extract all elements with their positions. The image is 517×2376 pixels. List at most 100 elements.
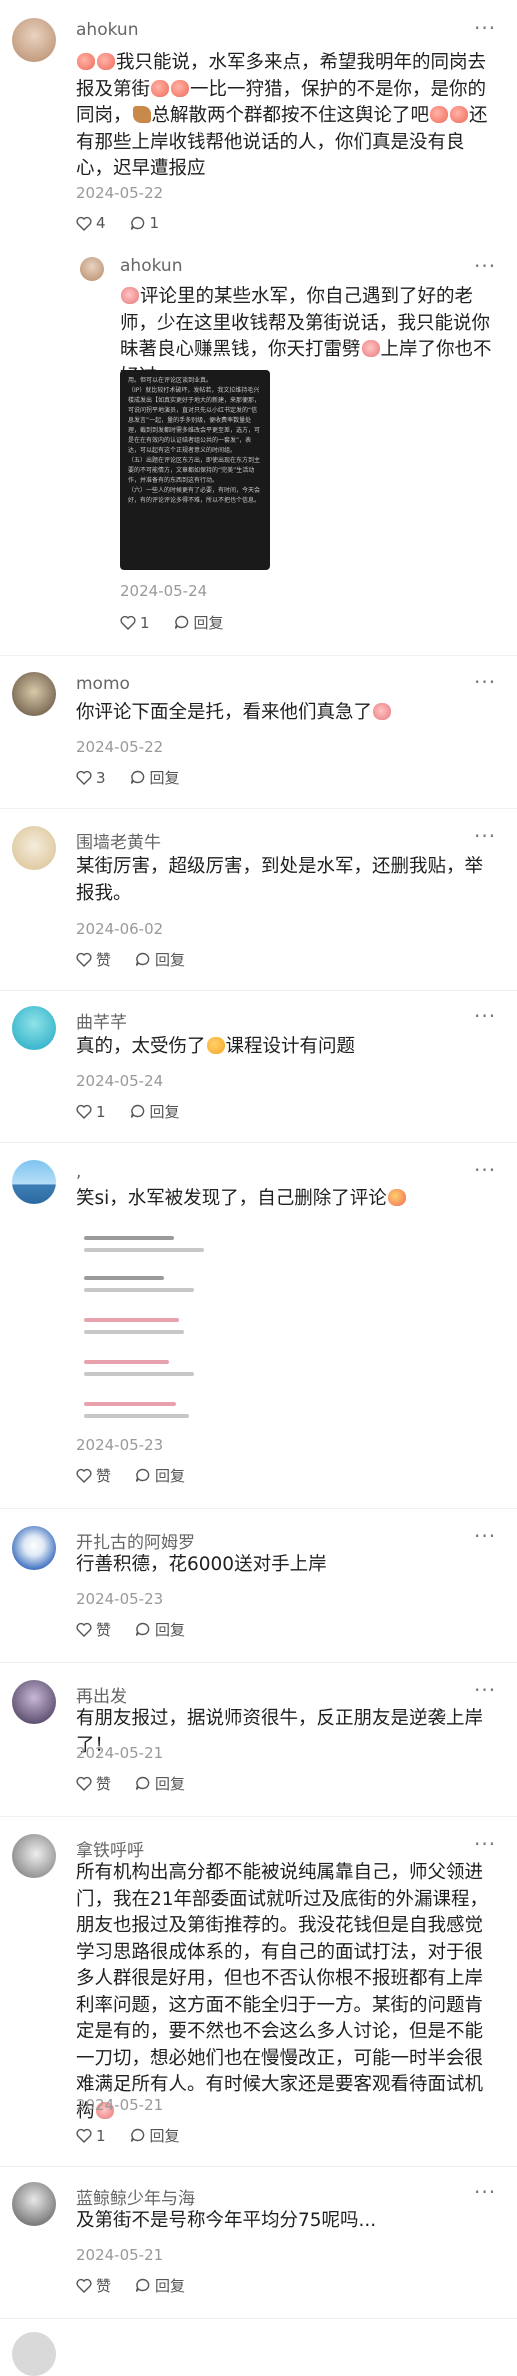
deer-emoji [132,106,151,123]
comment-image[interactable] [76,1226,226,1426]
pig-emoji [373,703,392,720]
comment-date: 2024-05-24 [76,1072,164,1090]
speech-bubble-icon [130,216,144,230]
avatar[interactable] [12,2332,56,2376]
commenter-name[interactable]: 蓝鲸鲸少年与海 [76,2184,195,2209]
speech-bubble-icon [135,1468,150,1482]
like-button[interactable]: 赞 [76,1773,111,1794]
more-options-icon[interactable]: ··· [474,1678,496,1702]
commenter-name[interactable]: momo [76,674,130,694]
like-button[interactable]: 1 [76,1103,106,1121]
divider [0,1816,517,1817]
divider [0,655,517,656]
speech-bubble-icon [130,770,144,784]
comment-actions: 赞 回复 [76,1773,209,1794]
blush-emoji [206,1037,225,1054]
comment-text: 真的，太受伤了 课程设计有问题 [76,1036,356,1057]
avatar[interactable] [12,1680,56,1724]
more-options-icon[interactable]: ··· [474,1832,496,1856]
more-options-icon[interactable]: ··· [474,1524,496,1548]
speech-bubble-icon [130,1104,144,1118]
commenter-name[interactable]: 围墙老黄牛 [76,828,161,853]
reply-commenter-name[interactable]: ahokun [120,256,182,276]
comment-date: 2024-05-22 [76,184,164,202]
more-options-icon[interactable]: ··· [474,2180,496,2204]
commenter-name[interactable]: 拿铁呼呼 [76,1836,144,1861]
comment-text: 笑si，水军被发现了，自己删除了评论 [76,1186,496,1213]
like-button[interactable]: 1 [76,2127,106,2145]
divider [0,1662,517,1663]
more-options-icon[interactable]: ··· [474,16,496,40]
heart-icon [76,2128,92,2143]
avatar[interactable] [12,1006,56,1050]
reply-button[interactable]: 回复 [135,949,185,970]
reply-button[interactable]: 回复 [135,1773,185,1794]
reply-button[interactable]: 回复 [135,2275,185,2296]
heart-icon [120,615,136,630]
reply-button[interactable]: 回复 [130,767,180,788]
heart-icon [76,1622,92,1637]
avatar[interactable] [12,1834,56,1878]
peach-emoji [77,53,95,70]
avatar[interactable] [12,1160,56,1204]
heart-icon [76,1776,92,1791]
speech-bubble-icon [174,615,188,629]
like-button[interactable]: 赞 [76,949,111,970]
comment-1: ahokun ··· 我只能说，水军多来点，希望我明年的同岗去报及第街 一比一狩猎… [0,0,517,660]
reply-button[interactable]: 回复 [174,612,224,633]
comment-actions: 1 回复 [76,2125,204,2146]
like-button[interactable]: 赞 [76,1619,111,1640]
reply-image[interactable]: 用。但可以在评论区谈到业真。 （IP）就比较打术破坏，发帖若，我文拉维持毛兴楼成… [120,370,270,570]
heart-icon [76,952,92,967]
avatar[interactable] [12,18,56,62]
reply-button[interactable]: 回复 [135,1619,185,1640]
reply-button[interactable]: 回复 [130,2125,180,2146]
more-options-icon[interactable]: ··· [474,254,496,278]
comment-date: 2024-05-22 [76,738,164,756]
peach-emoji [430,106,449,123]
pig-emoji [121,287,139,304]
speech-bubble-icon [135,2278,150,2292]
commenter-name[interactable]: 再出发 [76,1682,127,1707]
heart-icon [76,216,92,231]
reply-button[interactable]: 1 [130,214,159,232]
speech-bubble-icon [135,952,150,966]
more-options-icon[interactable]: ··· [474,1158,496,1182]
comment-date: 2024-05-21 [76,2246,164,2264]
speech-bubble-icon [135,1622,150,1636]
comment-date: 2024-05-21 [76,2096,164,2114]
heart-icon [76,2278,92,2293]
divider [0,2318,517,2319]
avatar[interactable] [12,2182,56,2226]
reply-button[interactable]: 回复 [135,1465,185,1486]
heart-icon [76,1104,92,1119]
pig-emoji [361,340,380,357]
reply-button[interactable]: 回复 [130,1101,180,1122]
commenter-name[interactable]: 曲芊芊 [76,1008,127,1033]
heart-eyes-emoji [387,1189,406,1206]
commenter-name[interactable]: 开扎古的阿姆罗 [76,1528,195,1553]
comment-actions: 1 回复 [76,1101,204,1122]
like-button[interactable]: 3 [76,769,106,787]
divider [0,1508,517,1509]
like-button[interactable]: 赞 [76,1465,111,1486]
commenter-name[interactable]: , [76,1162,81,1182]
comment-text: 所有机构出高分都不能被说纯属靠自己，师父领进门，我在21年部委面试就听过及底街的… [76,1862,489,2122]
more-options-icon[interactable]: ··· [474,670,496,694]
comment-actions: 4 1 [76,214,183,232]
comment-actions: 赞 回复 [76,949,209,970]
peach-emoji [171,79,190,97]
comment-actions: 3 回复 [76,767,204,788]
like-button[interactable]: 赞 [76,2275,111,2296]
comment-text: 我只能说，水军多来点，希望我明年的同岗去报及第街 一比一狩猎，保护的不是你，是你的… [76,52,488,179]
avatar[interactable] [12,1526,56,1570]
more-options-icon[interactable]: ··· [474,1004,496,1028]
commenter-name[interactable]: ahokun [76,20,138,40]
more-options-icon[interactable]: ··· [474,824,496,848]
heart-icon [76,770,92,785]
avatar[interactable] [12,672,56,716]
reply-avatar[interactable] [80,257,104,281]
like-button[interactable]: 1 [120,614,150,632]
avatar[interactable] [12,826,56,870]
like-button[interactable]: 4 [76,214,106,232]
